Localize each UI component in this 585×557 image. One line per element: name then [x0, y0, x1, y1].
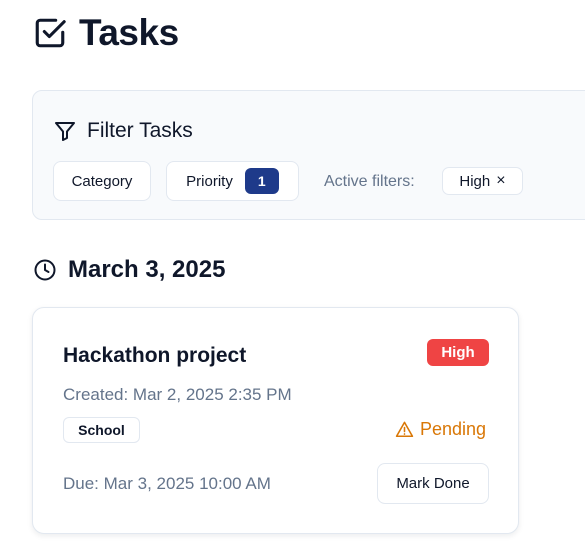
warning-triangle-icon — [395, 421, 414, 438]
category-tag: School — [63, 417, 140, 443]
mark-done-label: Mark Done — [396, 475, 470, 492]
category-filter-label: Category — [71, 172, 133, 190]
active-filter-chip[interactable]: High × — [442, 167, 523, 195]
created-timestamp: Created: Mar 2, 2025 2:35 PM — [63, 385, 292, 404]
filter-panel: Filter Tasks Category Priority 1 Active … — [32, 90, 585, 220]
due-date: Due: Mar 3, 2025 10:00 AM — [63, 474, 271, 493]
remove-filter-icon[interactable]: × — [496, 173, 505, 189]
priority-badge: High — [427, 339, 489, 366]
page-title: Tasks — [79, 12, 179, 53]
page-header: Tasks — [33, 12, 179, 54]
status-label: Pending — [420, 419, 487, 439]
mark-done-button[interactable]: Mark Done — [377, 463, 489, 504]
priority-count-badge: 1 — [244, 168, 279, 194]
status-indicator: Pending — [395, 419, 486, 440]
category-filter-button[interactable]: Category — [53, 161, 151, 201]
filter-title: Filter Tasks — [87, 119, 193, 142]
filter-heading: Filter Tasks — [53, 119, 193, 143]
clock-icon — [34, 259, 56, 281]
active-filter-chip-label: High — [459, 172, 491, 190]
priority-filter-button[interactable]: Priority 1 — [166, 161, 299, 201]
filter-icon — [55, 122, 75, 141]
group-date: March 3, 2025 — [68, 256, 226, 283]
task-title: Hackathon project — [63, 344, 247, 367]
date-group-heading: March 3, 2025 — [33, 256, 225, 284]
active-filters-label: Active filters: — [324, 173, 415, 190]
priority-filter-label: Priority — [186, 172, 233, 190]
task-card: Hackathon project High Created: Mar 2, 2… — [32, 307, 519, 534]
square-check-icon — [35, 18, 66, 48]
